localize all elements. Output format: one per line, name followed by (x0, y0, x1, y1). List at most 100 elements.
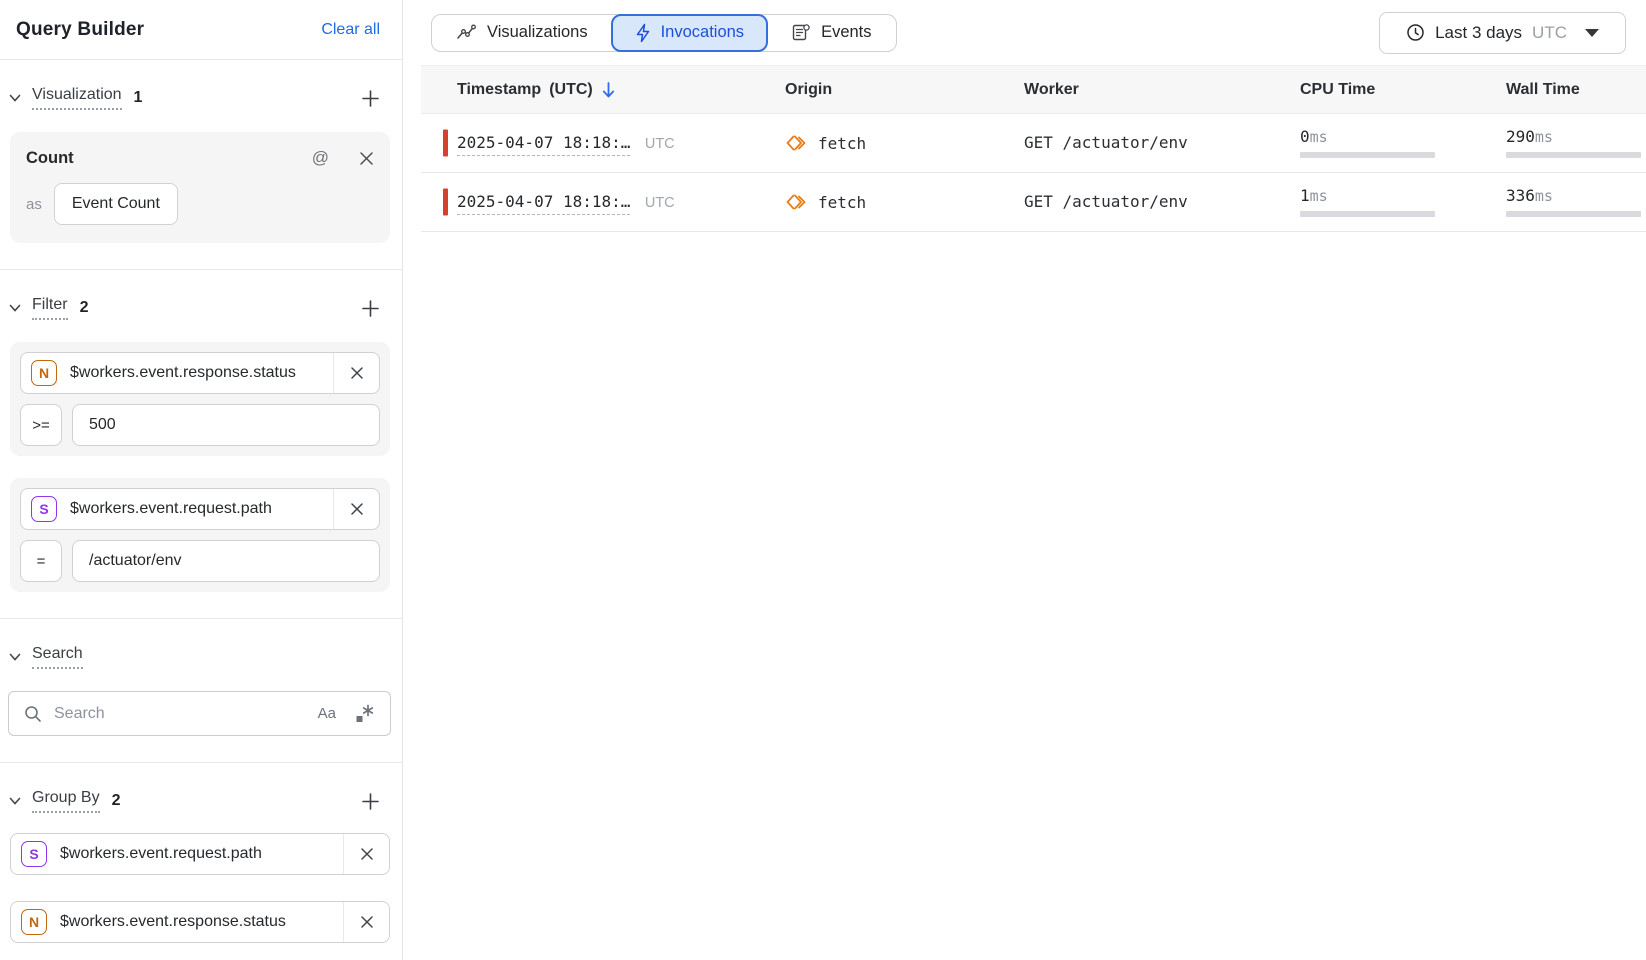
wall-time-cell: 290ms (1490, 129, 1646, 158)
column-label-timezone: (UTC) (549, 81, 593, 99)
search-section-label[interactable]: Search (32, 645, 83, 669)
group-by-field-name: $workers.event.request.path (60, 845, 343, 863)
regex-toggle-icon[interactable] (354, 703, 375, 724)
fetch-event-icon (785, 192, 807, 212)
filter-operator-select[interactable]: = (20, 540, 62, 582)
search-box: Aa (8, 691, 391, 736)
cpu-time-bar (1300, 152, 1435, 158)
time-range-timezone: UTC (1532, 23, 1567, 43)
column-label: Wall Time (1506, 81, 1580, 99)
filter-count: 2 (80, 299, 89, 317)
sidebar-header: Query Builder Clear all (0, 0, 402, 60)
table-row[interactable]: 2025-04-07 18:18:… UTC fetch GET /act (421, 114, 1646, 173)
add-group-by-button[interactable] (361, 792, 380, 811)
chevron-down-icon[interactable] (8, 795, 22, 807)
group-by-section-label[interactable]: Group By (32, 789, 100, 813)
group-by-field[interactable]: N $workers.event.response.status (10, 901, 390, 943)
worker-value: GET /actuator/env (1024, 192, 1188, 211)
match-case-toggle[interactable]: Aa (318, 705, 336, 722)
column-label: Timestamp (457, 81, 541, 99)
query-builder-sidebar: Query Builder Clear all Visualization 1 … (0, 0, 403, 960)
tab-label: Visualizations (487, 23, 588, 42)
filter-operator-select[interactable]: >= (20, 404, 62, 446)
visualization-alias-field[interactable]: Event Count (54, 183, 178, 225)
time-range-selector[interactable]: Last 3 days UTC (1379, 12, 1626, 54)
timestamp-link[interactable]: 2025-04-07 18:18:… (457, 133, 630, 156)
column-label: CPU Time (1300, 81, 1375, 99)
visualization-section-header: Visualization 1 (0, 84, 402, 112)
event-note-icon (791, 23, 811, 42)
as-label: as (26, 196, 42, 213)
search-input[interactable] (54, 705, 306, 723)
column-label: Origin (785, 81, 832, 99)
group-by-field-name: $workers.event.response.status (60, 913, 343, 931)
group-by-count: 2 (112, 792, 121, 810)
column-header-cpu-time[interactable]: CPU Time (1284, 81, 1490, 99)
timestamp-timezone: UTC (645, 195, 675, 211)
filter-field[interactable]: S $workers.event.request.path (20, 488, 380, 530)
worker-cell: GET /actuator/env (1000, 133, 1284, 153)
visualization-section-label[interactable]: Visualization (32, 86, 122, 110)
wall-time-unit: ms (1535, 187, 1553, 205)
number-type-badge: N (31, 360, 57, 386)
chevron-down-icon[interactable] (8, 302, 22, 314)
column-label: Worker (1024, 81, 1079, 99)
results-topbar: Visualizations Invocations (403, 0, 1646, 65)
fetch-event-icon (785, 133, 807, 153)
column-header-origin[interactable]: Origin (761, 81, 1000, 99)
tab-events[interactable]: Events (767, 15, 895, 51)
filter-section-header: Filter 2 (0, 294, 402, 322)
sort-descending-icon[interactable] (601, 81, 616, 99)
visualization-count: 1 (134, 89, 143, 107)
cpu-time-value: 1 (1300, 186, 1310, 205)
table-header-row: Timestamp (UTC) Origin Worker CPU Time W… (421, 65, 1646, 114)
wall-time-bar (1506, 211, 1641, 217)
add-visualization-button[interactable] (361, 89, 380, 108)
remove-filter-icon[interactable] (333, 353, 379, 393)
timestamp-cell: 2025-04-07 18:18:… UTC (421, 192, 761, 212)
filter-value-input[interactable] (72, 404, 380, 446)
wall-time-unit: ms (1535, 128, 1553, 146)
chart-line-icon (456, 24, 477, 41)
group-by-field[interactable]: S $workers.event.request.path (10, 833, 390, 875)
group-by-section-header: Group By 2 (0, 787, 402, 815)
invocations-table: Timestamp (UTC) Origin Worker CPU Time W… (421, 65, 1646, 960)
close-icon[interactable] (359, 151, 374, 166)
filter-field-name: $workers.event.request.path (70, 500, 333, 518)
filter-section-label[interactable]: Filter (32, 296, 68, 320)
wall-time-value: 336 (1506, 186, 1535, 205)
table-row[interactable]: 2025-04-07 18:18:… UTC fetch GET /act (421, 173, 1646, 232)
add-filter-button[interactable] (361, 299, 380, 318)
remove-filter-icon[interactable] (333, 489, 379, 529)
at-icon[interactable]: @ (312, 148, 329, 168)
view-tabs: Visualizations Invocations (431, 14, 897, 52)
origin-cell: fetch (761, 192, 1000, 212)
cpu-time-unit: ms (1310, 128, 1328, 146)
remove-group-by-icon[interactable] (343, 902, 389, 942)
lightning-bolt-icon (635, 23, 651, 43)
search-section-header: Search (0, 643, 402, 671)
chevron-down-icon[interactable] (8, 651, 22, 663)
column-header-worker[interactable]: Worker (1000, 81, 1284, 99)
filter-value-text[interactable] (89, 552, 363, 570)
filter-value-text[interactable] (89, 416, 363, 434)
filter-card: N $workers.event.response.status >= (10, 342, 390, 456)
tab-invocations[interactable]: Invocations (611, 14, 768, 52)
filter-card: S $workers.event.request.path = (10, 478, 390, 592)
visualization-function: Count (26, 149, 74, 168)
wall-time-bar (1506, 152, 1641, 158)
remove-group-by-icon[interactable] (343, 834, 389, 874)
section-divider (0, 762, 402, 763)
column-header-timestamp[interactable]: Timestamp (UTC) (421, 81, 761, 99)
chevron-down-icon[interactable] (8, 92, 22, 104)
column-header-wall-time[interactable]: Wall Time (1490, 81, 1646, 99)
timestamp-link[interactable]: 2025-04-07 18:18:… (457, 192, 630, 215)
tab-visualizations[interactable]: Visualizations (432, 15, 612, 51)
time-range-label: Last 3 days (1435, 23, 1522, 43)
filter-value-input[interactable] (72, 540, 380, 582)
filter-field[interactable]: N $workers.event.response.status (20, 352, 380, 394)
timestamp-cell: 2025-04-07 18:18:… UTC (421, 133, 761, 153)
worker-value: GET /actuator/env (1024, 133, 1188, 152)
tab-label: Invocations (661, 23, 744, 42)
clear-all-link[interactable]: Clear all (321, 21, 380, 39)
